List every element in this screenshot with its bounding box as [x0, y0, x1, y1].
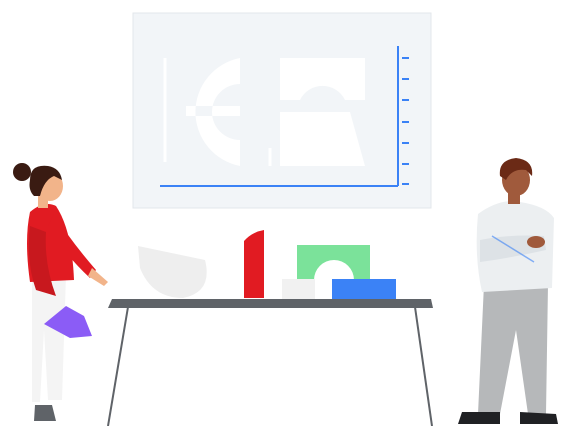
table-leg-left [107, 306, 129, 426]
woman-presenter [13, 163, 108, 421]
woman-hair-bun [13, 163, 31, 181]
woman-hand [88, 268, 108, 286]
green-arch-block [297, 245, 370, 280]
table-leg-right [414, 306, 433, 426]
illustration-canvas [13, 12, 558, 426]
white-bowl-shape [138, 246, 207, 298]
table [107, 299, 433, 426]
whiteboard [132, 12, 432, 209]
whiteboard-panel [132, 12, 432, 209]
man-hand [527, 236, 545, 248]
man-observer [458, 158, 558, 424]
woman-legs [32, 275, 66, 402]
white-box [282, 279, 315, 299]
red-quarter-shape [244, 230, 264, 298]
presentation-illustration [0, 0, 561, 426]
table-objects [138, 230, 396, 299]
woman-shoe [34, 405, 56, 421]
man-shoe-right [520, 412, 558, 424]
man-legs [478, 284, 548, 414]
table-top [108, 299, 433, 308]
man-shoe-left [458, 412, 500, 424]
blue-block [332, 279, 396, 299]
